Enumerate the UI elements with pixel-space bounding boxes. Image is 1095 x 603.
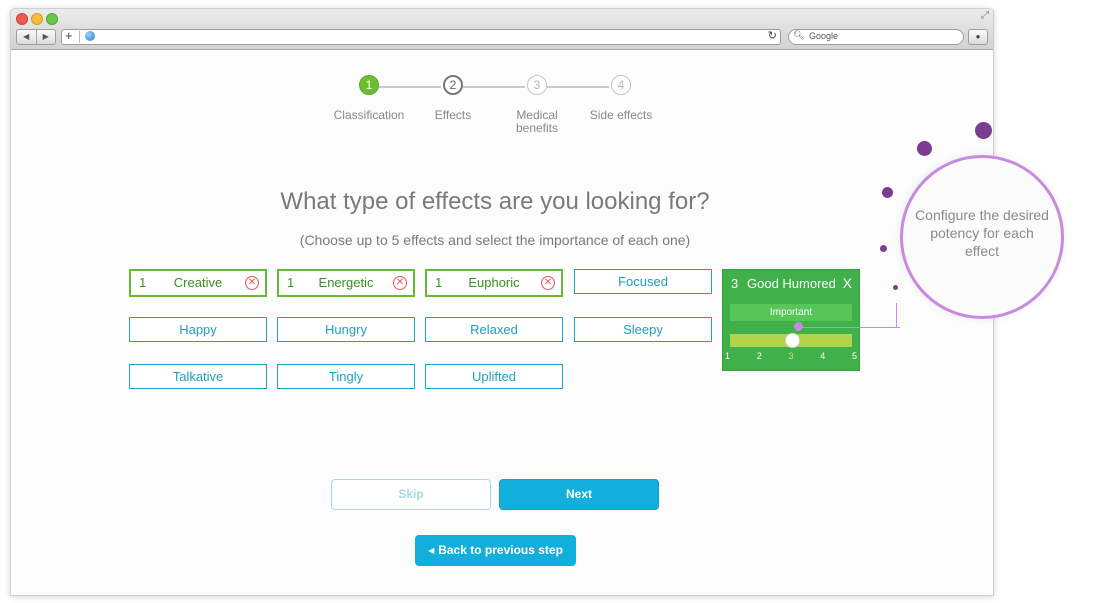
decor-dot [882, 187, 893, 198]
reload-icon[interactable]: ↻ [768, 29, 777, 42]
tooltip-callout: Configure the desired potency for each e… [900, 155, 1064, 319]
scale-tick: 2 [756, 351, 762, 361]
close-panel-button[interactable]: X [843, 275, 852, 291]
step-4-circle[interactable]: 4 [611, 75, 631, 95]
importance-label: Important [730, 304, 852, 321]
search-placeholder: Google [809, 31, 839, 41]
download-icon: ● [975, 32, 981, 41]
effect-chip-hungry[interactable]: Hungry [277, 317, 415, 342]
decor-dot [975, 122, 992, 139]
effect-chip-focused[interactable]: Focused [574, 269, 712, 294]
step-4-label: Side effects [589, 108, 653, 122]
potency-slider-handle[interactable] [784, 333, 800, 348]
back-button[interactable]: ◀ Back to previous step [415, 535, 576, 566]
step-connector [379, 86, 441, 88]
close-window-icon[interactable] [16, 13, 28, 25]
page-content: 1 2 3 4 Classification Effects Medical b… [11, 50, 993, 595]
effect-chip-tingly[interactable]: Tingly [277, 364, 415, 389]
step-2-label: Effects [434, 108, 472, 122]
minimize-window-icon[interactable] [31, 13, 43, 25]
caret-left-icon: ◀ [428, 546, 435, 555]
step-1-circle[interactable]: 1 [359, 75, 379, 95]
effect-chip-happy[interactable]: Happy [129, 317, 267, 342]
scale-tick-selected: 3 [788, 351, 794, 361]
callout-connector [896, 303, 897, 327]
decor-dot [917, 141, 932, 156]
callout-connector [800, 327, 900, 328]
page-subtitle: (Choose up to 5 effects and select the i… [299, 232, 691, 248]
effect-chip-creative[interactable]: 1 Creative ✕ [129, 269, 267, 297]
back-arrow-icon[interactable]: ◀ [17, 30, 37, 44]
address-bar[interactable]: + ↻ [61, 28, 781, 45]
history-nav: ◀ ▶ [16, 29, 56, 45]
fullscreen-icon[interactable]: ⤢ [981, 10, 989, 21]
potency-level: 3 [731, 276, 739, 291]
decor-dot [880, 245, 887, 252]
step-connector [547, 86, 609, 88]
scale-tick: 1 [725, 351, 731, 361]
scale-tick: 4 [820, 351, 826, 361]
effect-chip-euphoric[interactable]: 1 Euphoric ✕ [425, 269, 563, 297]
step-2-circle[interactable]: 2 [443, 75, 463, 95]
potency-scale: 1 2 3 4 5 [725, 351, 857, 361]
potency-effect-name: Good Humored [747, 276, 836, 291]
effect-level: 1 [139, 275, 147, 290]
effect-chip-talkative[interactable]: Talkative [129, 364, 267, 389]
effect-label: Creative [173, 275, 223, 290]
search-icon: 🔍︎ [793, 30, 805, 40]
potency-panel: 3 Good Humored X Important 1 2 3 4 5 [722, 269, 860, 371]
search-field[interactable]: 🔍︎ Google [788, 29, 964, 45]
remove-icon[interactable]: ✕ [393, 276, 407, 290]
callout-pin [794, 322, 803, 331]
effect-label: Energetic [318, 275, 374, 290]
browser-toolbar: ⤢ ◀ ▶ + ↻ 🔍︎ Google ● [11, 9, 993, 50]
effect-chip-relaxed[interactable]: Relaxed [425, 317, 563, 342]
remove-icon[interactable]: ✕ [541, 276, 555, 290]
remove-icon[interactable]: ✕ [245, 276, 259, 290]
decor-dot [893, 285, 898, 290]
forward-arrow-icon[interactable]: ▶ [37, 30, 56, 44]
add-bookmark-icon[interactable]: + [65, 28, 73, 43]
browser-window: ⤢ ◀ ▶ + ↻ 🔍︎ Google ● 1 2 3 4 Classifica… [10, 8, 994, 596]
callout-text: Configure the desired potency for each e… [915, 207, 1049, 259]
effect-chip-energetic[interactable]: 1 Energetic ✕ [277, 269, 415, 297]
globe-icon [85, 31, 95, 41]
step-connector [463, 86, 525, 88]
scale-tick: 5 [851, 351, 857, 361]
step-3-circle[interactable]: 3 [527, 75, 547, 95]
effect-level: 1 [435, 275, 443, 290]
effect-label: Euphoric [468, 275, 520, 290]
step-3-label: Medical benefits [515, 108, 559, 135]
next-button[interactable]: Next [499, 479, 659, 510]
address-divider [79, 31, 80, 43]
zoom-window-icon[interactable] [46, 13, 58, 25]
download-button[interactable]: ● [968, 29, 988, 45]
page-title: What type of effects are you looking for… [280, 188, 710, 215]
effect-chip-sleepy[interactable]: Sleepy [574, 317, 712, 342]
effect-level: 1 [287, 275, 295, 290]
back-button-label: Back to previous step [438, 543, 563, 557]
effect-chip-uplifted[interactable]: Uplifted [425, 364, 563, 389]
skip-button[interactable]: Skip [331, 479, 491, 510]
